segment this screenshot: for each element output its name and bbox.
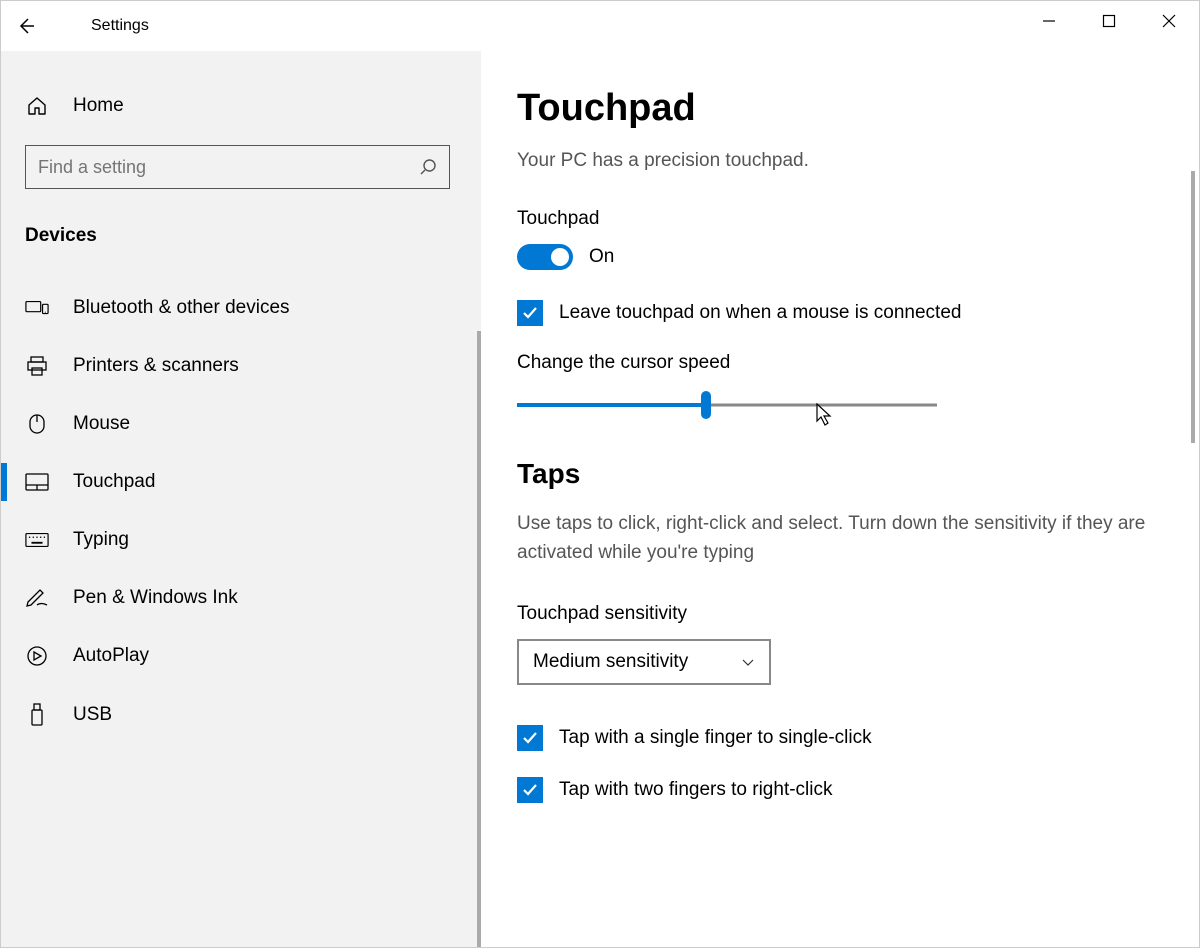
sidebar-item-printers[interactable]: Printers & scanners: [1, 337, 481, 395]
bluetooth-devices-icon: [25, 298, 49, 318]
window-controls: [1019, 1, 1199, 41]
tap-two-checkbox[interactable]: [517, 777, 543, 803]
tap-single-label: Tap with a single finger to single-click: [559, 727, 872, 749]
sidebar-item-mouse[interactable]: Mouse: [1, 395, 481, 453]
usb-icon: [25, 703, 49, 727]
nav-list: Bluetooth & other devices Printers & sca…: [1, 279, 481, 745]
cursor-speed-slider[interactable]: [517, 392, 937, 418]
sidebar-item-label: Mouse: [73, 413, 130, 435]
slider-thumb[interactable]: [701, 391, 711, 419]
sidebar-item-label: Bluetooth & other devices: [73, 297, 290, 319]
tap-single-checkbox[interactable]: [517, 725, 543, 751]
toggle-state-label: On: [589, 246, 614, 268]
section-header: Devices: [1, 213, 481, 261]
sidebar-item-autoplay[interactable]: AutoPlay: [1, 627, 481, 685]
touchpad-icon: [25, 473, 49, 491]
close-button[interactable]: [1139, 1, 1199, 41]
sidebar-item-label: USB: [73, 704, 112, 726]
arrow-left-icon: [16, 16, 36, 36]
checkmark-icon: [521, 781, 539, 799]
leave-on-checkbox[interactable]: [517, 300, 543, 326]
app-title: Settings: [91, 17, 149, 35]
slider-fill: [517, 403, 706, 407]
sidebar-item-typing[interactable]: Typing: [1, 511, 481, 569]
chevron-down-icon: [741, 655, 755, 669]
maximize-button[interactable]: [1079, 1, 1139, 41]
sidebar-item-label: Typing: [73, 529, 129, 551]
sidebar: Home Devices Bluetooth & other devices P…: [1, 51, 481, 947]
mouse-icon: [25, 413, 49, 435]
cursor-speed-label: Change the cursor speed: [517, 352, 1163, 374]
checkmark-icon: [521, 304, 539, 322]
sidebar-item-bluetooth[interactable]: Bluetooth & other devices: [1, 279, 481, 337]
pen-icon: [25, 588, 49, 608]
sensitivity-label: Touchpad sensitivity: [517, 603, 1163, 625]
minimize-button[interactable]: [1019, 1, 1079, 41]
sidebar-item-usb[interactable]: USB: [1, 685, 481, 745]
autoplay-icon: [25, 645, 49, 667]
precision-text: Your PC has a precision touchpad.: [517, 150, 1163, 172]
checkmark-icon: [521, 729, 539, 747]
search-input[interactable]: [38, 157, 419, 178]
sidebar-item-label: Touchpad: [73, 471, 155, 493]
leave-on-label: Leave touchpad on when a mouse is connec…: [559, 302, 961, 324]
close-icon: [1162, 14, 1176, 28]
sensitivity-value: Medium sensitivity: [533, 651, 688, 673]
page-title: Touchpad: [517, 87, 1163, 130]
back-button[interactable]: [1, 1, 51, 51]
search-box[interactable]: [25, 145, 450, 189]
home-button[interactable]: Home: [1, 81, 481, 131]
printer-icon: [25, 355, 49, 377]
content-area: Touchpad Your PC has a precision touchpa…: [481, 51, 1199, 947]
search-icon: [419, 158, 437, 176]
taps-description: Use taps to click, right-click and selec…: [517, 510, 1157, 567]
home-icon: [25, 95, 49, 117]
sidebar-item-label: Printers & scanners: [73, 355, 239, 377]
titlebar: Settings: [1, 1, 1199, 51]
sensitivity-dropdown[interactable]: Medium sensitivity: [517, 639, 771, 685]
touchpad-heading: Touchpad: [517, 208, 1163, 230]
taps-title: Taps: [517, 458, 1163, 490]
keyboard-icon: [25, 532, 49, 548]
content-scrollbar[interactable]: [1191, 171, 1195, 443]
home-label: Home: [73, 95, 124, 117]
maximize-icon: [1102, 14, 1116, 28]
sidebar-item-pen[interactable]: Pen & Windows Ink: [1, 569, 481, 627]
tap-two-label: Tap with two fingers to right-click: [559, 779, 833, 801]
sidebar-item-touchpad[interactable]: Touchpad: [1, 453, 481, 511]
sidebar-item-label: AutoPlay: [73, 645, 149, 667]
minimize-icon: [1042, 14, 1056, 28]
touchpad-toggle[interactable]: [517, 244, 573, 270]
sidebar-item-label: Pen & Windows Ink: [73, 587, 238, 609]
